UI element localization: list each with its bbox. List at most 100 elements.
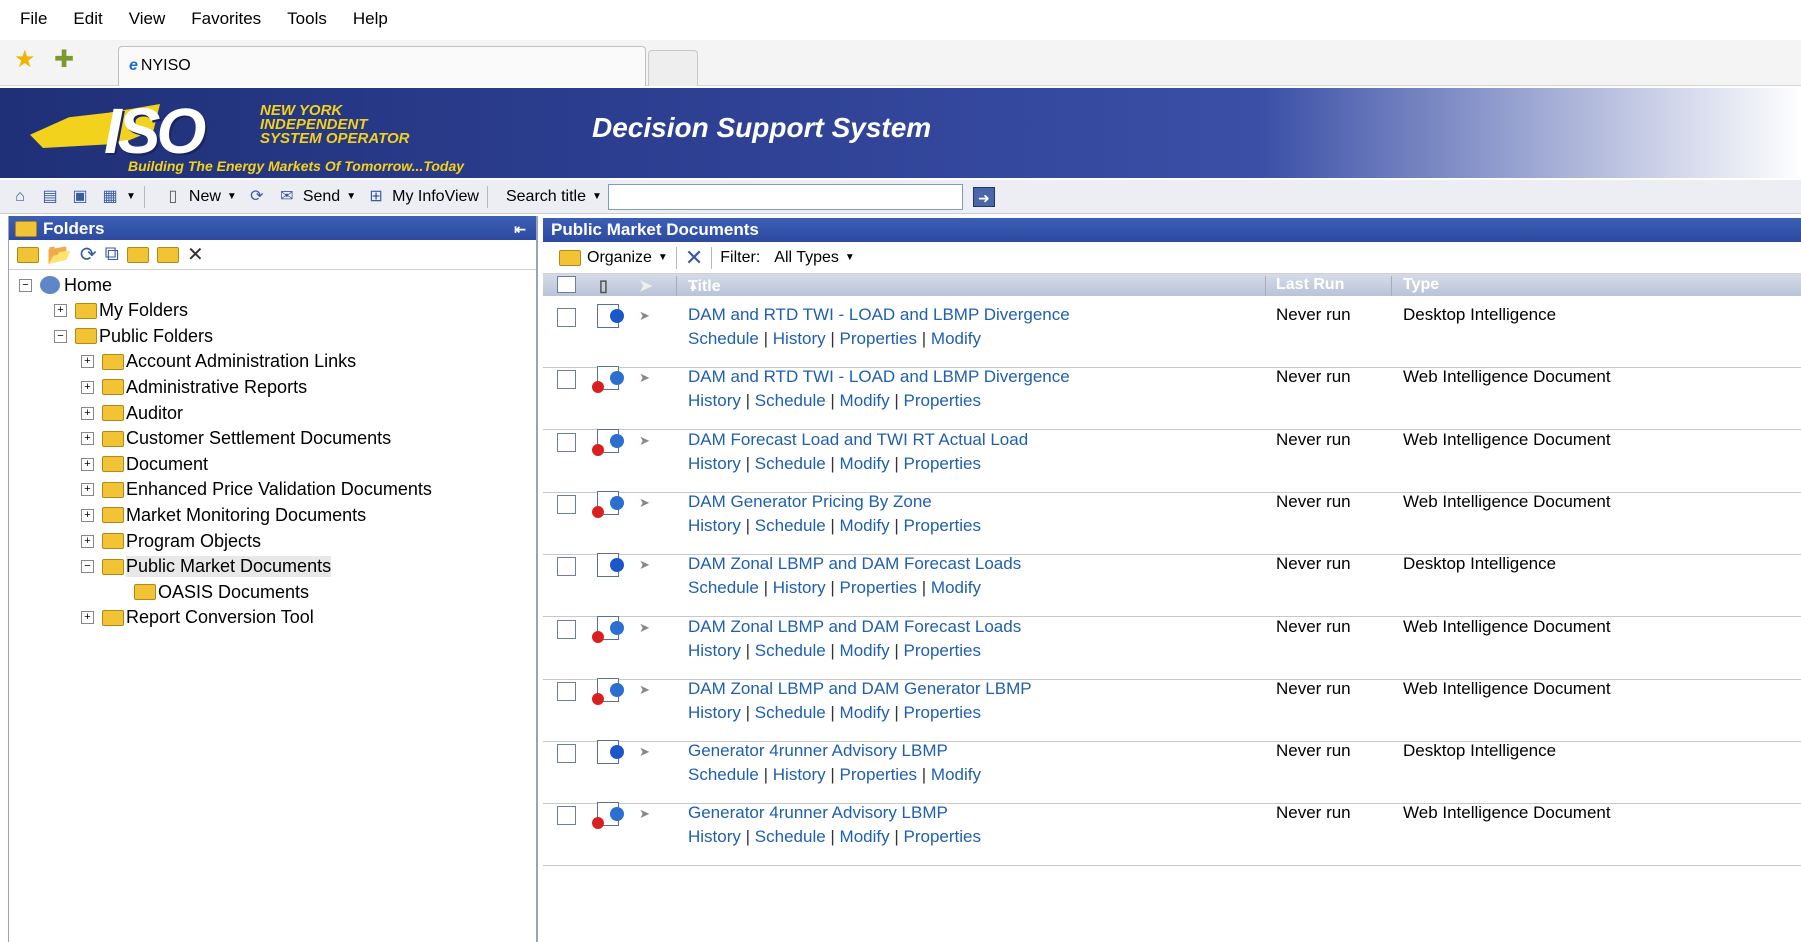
action-link-modify[interactable]: Modify — [840, 827, 890, 846]
expand-icon[interactable]: + — [81, 406, 94, 420]
document-title-link[interactable]: DAM Zonal LBMP and DAM Forecast Loads — [688, 617, 1021, 637]
details-arrow-icon[interactable]: ➤ — [639, 744, 650, 760]
action-link-modify[interactable]: Modify — [840, 703, 890, 722]
details-arrow-icon[interactable]: ➤ — [639, 308, 650, 324]
action-link-schedule[interactable]: Schedule — [688, 765, 759, 784]
menu-file[interactable]: File — [20, 9, 47, 29]
tree-node[interactable]: + Document — [81, 451, 208, 477]
delete-icon[interactable]: ✕ — [187, 242, 204, 267]
delete-icon[interactable]: ✕ — [685, 245, 703, 271]
document-title-link[interactable]: Generator 4runner Advisory LBMP — [688, 741, 948, 761]
action-link-properties[interactable]: Properties — [904, 391, 981, 410]
select-all-checkbox[interactable] — [557, 276, 576, 293]
copy-folder-icon[interactable]: ⧉ — [105, 243, 119, 266]
collapse-pane-icon[interactable]: ⇤ — [514, 221, 526, 238]
chevron-down-icon[interactable]: ▼ — [845, 252, 855, 263]
search-input[interactable] — [607, 183, 963, 210]
home-nav-icon[interactable]: ⌂ — [10, 187, 30, 207]
action-link-schedule[interactable]: Schedule — [688, 578, 759, 597]
details-arrow-icon[interactable]: ➤ — [639, 682, 650, 698]
action-link-properties[interactable]: Properties — [904, 641, 981, 660]
action-link-history[interactable]: History — [688, 703, 741, 722]
lastrun-column-header[interactable]: Last Run — [1276, 276, 1344, 294]
document-title-link[interactable]: DAM and RTD TWI - LOAD and LBMP Divergen… — [688, 367, 1070, 387]
action-link-history[interactable]: History — [773, 765, 826, 784]
document-title-link[interactable]: DAM Generator Pricing By Zone — [688, 492, 932, 512]
action-link-modify[interactable]: Modify — [840, 641, 890, 660]
action-link-modify[interactable]: Modify — [931, 329, 981, 348]
action-link-properties[interactable]: Properties — [904, 703, 981, 722]
move-folder-icon[interactable] — [126, 246, 149, 263]
organize-button[interactable]: Organize — [587, 249, 652, 267]
row-checkbox[interactable] — [557, 557, 576, 577]
menu-help[interactable]: Help — [353, 9, 388, 29]
tree-node[interactable]: + Report Conversion Tool — [81, 605, 314, 631]
tree-node[interactable]: + Auditor — [81, 400, 183, 426]
details-arrow-icon[interactable]: ➤ — [639, 495, 650, 511]
refresh-icon[interactable]: ⟳ — [247, 187, 267, 207]
details-arrow-icon[interactable]: ➤ — [639, 557, 650, 573]
tree-node[interactable]: − Public Market Documents — [81, 554, 332, 580]
paste-folder-icon[interactable] — [156, 246, 179, 263]
tree-node[interactable]: + Account Administration Links — [81, 349, 356, 375]
view-options-icon[interactable]: ▦ — [100, 187, 120, 207]
tree-node[interactable]: + Customer Settlement Documents — [81, 426, 391, 452]
document-title-link[interactable]: DAM and RTD TWI - LOAD and LBMP Divergen… — [688, 305, 1070, 325]
tree-node[interactable]: + My Folders — [54, 298, 188, 324]
menu-edit[interactable]: Edit — [73, 9, 102, 29]
row-checkbox[interactable] — [557, 308, 576, 327]
action-link-properties[interactable]: Properties — [840, 765, 917, 784]
menu-favorites[interactable]: Favorites — [191, 9, 261, 29]
details-arrow-icon[interactable]: ➤ — [639, 433, 650, 449]
title-column-header[interactable]: Title ▲ — [688, 276, 721, 295]
action-link-properties[interactable]: Properties — [840, 329, 917, 348]
action-link-schedule[interactable]: Schedule — [755, 641, 826, 660]
action-link-schedule[interactable]: Schedule — [755, 827, 826, 846]
expand-icon[interactable]: + — [81, 432, 94, 446]
open-folder-icon[interactable]: 📂 — [47, 242, 72, 267]
expand-icon[interactable]: + — [81, 355, 94, 369]
menu-tools[interactable]: Tools — [287, 9, 327, 29]
expand-icon[interactable]: + — [81, 611, 94, 625]
collapse-icon[interactable]: − — [81, 560, 94, 574]
action-link-history[interactable]: History — [688, 516, 741, 535]
action-link-modify[interactable]: Modify — [931, 578, 981, 597]
row-checkbox[interactable] — [557, 744, 576, 764]
action-link-modify[interactable]: Modify — [840, 454, 890, 473]
action-link-history[interactable]: History — [688, 827, 741, 846]
tree-node[interactable]: − Home — [19, 272, 112, 298]
tree-node[interactable]: + Program Objects — [81, 528, 261, 554]
type-column-header[interactable]: Type — [1403, 276, 1439, 294]
action-link-schedule[interactable]: Schedule — [755, 454, 826, 473]
myinfoview-button[interactable]: ⊞ My InfoView — [366, 187, 479, 207]
document-title-link[interactable]: DAM Zonal LBMP and DAM Forecast Loads — [688, 554, 1021, 574]
action-link-modify[interactable]: Modify — [840, 391, 890, 410]
expand-icon[interactable]: + — [81, 534, 94, 548]
action-link-properties[interactable]: Properties — [904, 827, 981, 846]
details-arrow-icon[interactable]: ➤ — [639, 620, 650, 636]
row-checkbox[interactable] — [557, 806, 576, 826]
action-link-properties[interactable]: Properties — [904, 516, 981, 535]
expand-icon[interactable]: + — [54, 304, 67, 318]
chevron-down-icon[interactable]: ▼ — [126, 191, 136, 202]
new-button[interactable]: ▯ New ▼ — [163, 187, 237, 207]
action-link-history[interactable]: History — [688, 641, 741, 660]
action-link-schedule[interactable]: Schedule — [755, 516, 826, 535]
tree-node[interactable]: + Market Monitoring Documents — [81, 502, 366, 528]
chevron-down-icon[interactable]: ▼ — [658, 252, 668, 263]
tree-node[interactable]: + Administrative Reports — [81, 374, 307, 400]
expand-icon[interactable]: + — [81, 508, 94, 522]
row-checkbox[interactable] — [557, 370, 576, 390]
documents-icon[interactable]: ▤ — [40, 187, 60, 207]
tree-node[interactable]: + Enhanced Price Validation Documents — [81, 477, 432, 503]
expand-icon[interactable]: + — [81, 457, 94, 471]
action-link-schedule[interactable]: Schedule — [755, 703, 826, 722]
row-checkbox[interactable] — [557, 681, 576, 701]
menu-view[interactable]: View — [129, 9, 166, 29]
collapse-icon[interactable]: − — [54, 329, 67, 343]
add-favorites-icon[interactable]: ✚ — [54, 48, 74, 72]
action-link-modify[interactable]: Modify — [931, 765, 981, 784]
expand-icon[interactable]: + — [81, 483, 94, 497]
details-arrow-icon[interactable]: ➤ — [639, 806, 650, 822]
action-link-properties[interactable]: Properties — [840, 578, 917, 597]
